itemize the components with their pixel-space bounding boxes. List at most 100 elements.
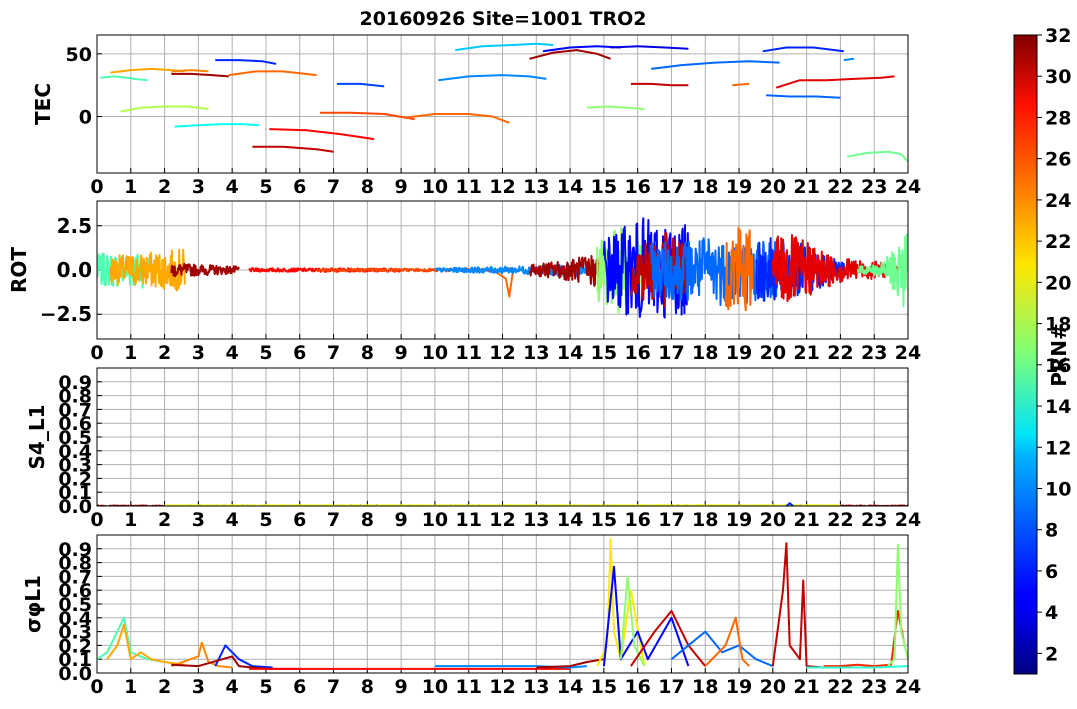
series-line-prn-9 xyxy=(438,74,547,82)
y-axis-label: TEC xyxy=(31,83,55,125)
x-tick-label: 20 xyxy=(760,676,786,698)
x-tick-label: 22 xyxy=(827,676,853,698)
colorbar-label: PRN# xyxy=(1047,323,1071,387)
series-line-prn-27 xyxy=(823,609,906,668)
x-tick-label: 3 xyxy=(192,509,205,531)
x-tick-label: 11 xyxy=(455,176,481,198)
x-tick-label: 10 xyxy=(422,509,448,531)
x-tick-label: 12 xyxy=(489,176,515,198)
x-tick-label: 18 xyxy=(692,509,718,531)
series-line-prn-30 xyxy=(630,82,689,87)
x-tick-label: 5 xyxy=(259,509,272,531)
x-tick-label: 7 xyxy=(327,676,340,698)
series-line-prn-6 xyxy=(215,59,277,65)
colorbar-tick-label: 20 xyxy=(1045,272,1071,294)
x-tick-label: 7 xyxy=(327,509,340,531)
x-tick-label: 21 xyxy=(793,676,819,698)
x-tick-label: 19 xyxy=(726,342,752,364)
x-tick-label: 14 xyxy=(557,342,583,364)
x-tick-label: 17 xyxy=(658,676,684,698)
series-line-prn-16 xyxy=(856,233,908,308)
x-tick-label: 20 xyxy=(760,176,786,198)
x-tick-label: 21 xyxy=(793,176,819,198)
series-line-prn-13 xyxy=(174,123,260,128)
series-line-prn-15 xyxy=(100,75,148,82)
x-tick-label: 9 xyxy=(395,676,408,698)
x-tick-label: 18 xyxy=(692,176,718,198)
x-tick-label: 6 xyxy=(293,509,306,531)
x-tick-label: 16 xyxy=(624,676,650,698)
x-tick-label: 17 xyxy=(658,509,684,531)
x-tick-label: 5 xyxy=(259,342,272,364)
x-tick-label: 0 xyxy=(90,176,103,198)
x-tick-label: 2 xyxy=(158,676,171,698)
x-tick-label: 2 xyxy=(158,176,171,198)
colorbar-tick-label: 26 xyxy=(1045,149,1071,171)
y-tick-label: −2.5 xyxy=(40,302,92,326)
x-tick-label: 5 xyxy=(259,676,272,698)
x-tick-label: 9 xyxy=(395,176,408,198)
x-tick-label: 13 xyxy=(523,676,549,698)
y-tick-label: 0.9 xyxy=(58,539,92,561)
y-axis-label: S4_L1 xyxy=(25,405,49,470)
series-line-prn-5 xyxy=(602,565,690,667)
series-line-prn-7 xyxy=(336,82,385,88)
x-tick-label: 6 xyxy=(293,176,306,198)
series-line-prn-25 xyxy=(495,270,514,298)
y-tick-label: 2.5 xyxy=(57,214,92,238)
x-tick-label: 6 xyxy=(293,676,306,698)
colorbar-tick-label: 32 xyxy=(1045,25,1071,47)
x-tick-label: 11 xyxy=(455,342,481,364)
x-tick-label: 22 xyxy=(827,176,853,198)
x-tick-label: 24 xyxy=(895,509,921,531)
panel-1: 0 1 2 3 4 5 6 7 8 9 10 11 12 13 14 15 16 17 18 19 20 21 22 23 24… xyxy=(7,200,921,364)
x-tick-label: 10 xyxy=(422,176,448,198)
x-tick-label: 3 xyxy=(192,342,205,364)
colorbar-tick-label: 14 xyxy=(1045,396,1071,418)
x-tick-label: 3 xyxy=(192,176,205,198)
x-tick-label: 13 xyxy=(523,176,549,198)
x-tick-label: 18 xyxy=(692,676,718,698)
series-line-prn-17 xyxy=(586,105,645,110)
colorbar-tick-label: 6 xyxy=(1045,561,1058,583)
colorbar-tick-label: 8 xyxy=(1045,520,1058,542)
series-line-prn-31 xyxy=(170,262,240,278)
series-line-prn-6 xyxy=(762,46,844,53)
x-tick-label: 12 xyxy=(489,509,515,531)
x-tick-label: 14 xyxy=(557,509,583,531)
y-axis-label: ROT xyxy=(7,247,31,293)
x-tick-label: 13 xyxy=(523,509,549,531)
x-tick-label: 4 xyxy=(226,176,239,198)
x-tick-label: 8 xyxy=(361,176,374,198)
x-tick-label: 0 xyxy=(90,509,103,531)
x-tick-label: 15 xyxy=(591,176,617,198)
x-tick-label: 3 xyxy=(192,676,205,698)
y-axis-label: σφL1 xyxy=(21,575,45,633)
colorbar-tick-label: 22 xyxy=(1045,231,1071,253)
x-tick-label: 21 xyxy=(793,342,819,364)
series-line-prn-16 xyxy=(847,150,908,163)
x-tick-label: 14 xyxy=(557,176,583,198)
panel-0: 0 1 2 3 4 5 6 7 8 9 10 11 12 13 14 15 16 17 18 19 20 21 22 23 24… xyxy=(31,34,921,198)
x-tick-label: 24 xyxy=(895,342,921,364)
panel-3: 0 1 2 3 4 5 6 7 8 9 10 11 12 13 14 15 16 17 18 19 20 21 22 23 24… xyxy=(21,534,921,698)
panels: 0 1 2 3 4 5 6 7 8 9 10 11 12 13 14 15 16 17 18 19 20 21 22 23 24… xyxy=(7,34,921,698)
series-line-prn-25 xyxy=(404,113,510,124)
figure: 20160926 Site=1001 TRO2 0 1 2 3 4 5 6 7 8 9 10 11 12… xyxy=(7,8,1071,698)
x-tick-label: 16 xyxy=(624,176,650,198)
colorbar-tick-label: 10 xyxy=(1045,478,1071,500)
x-tick-label: 6 xyxy=(293,342,306,364)
x-tick-label: 17 xyxy=(658,342,684,364)
x-tick-label: 8 xyxy=(361,342,374,364)
x-tick-label: 8 xyxy=(361,676,374,698)
x-tick-label: 1 xyxy=(124,176,137,198)
x-tick-label: 10 xyxy=(422,342,448,364)
x-tick-label: 16 xyxy=(624,509,650,531)
panel-2: 0 1 2 3 4 5 6 7 8 9 10 11 12 13 14 15 16 17 18 19 20 21 22 23 24… xyxy=(25,367,921,531)
colorbar-gradient xyxy=(1013,34,1038,675)
x-tick-label: 4 xyxy=(226,509,239,531)
colorbar-tick-label: 12 xyxy=(1045,437,1071,459)
colorbar-tick-label: 4 xyxy=(1045,602,1058,624)
series-line-prn-31 xyxy=(171,72,229,78)
x-tick-label: 22 xyxy=(827,342,853,364)
